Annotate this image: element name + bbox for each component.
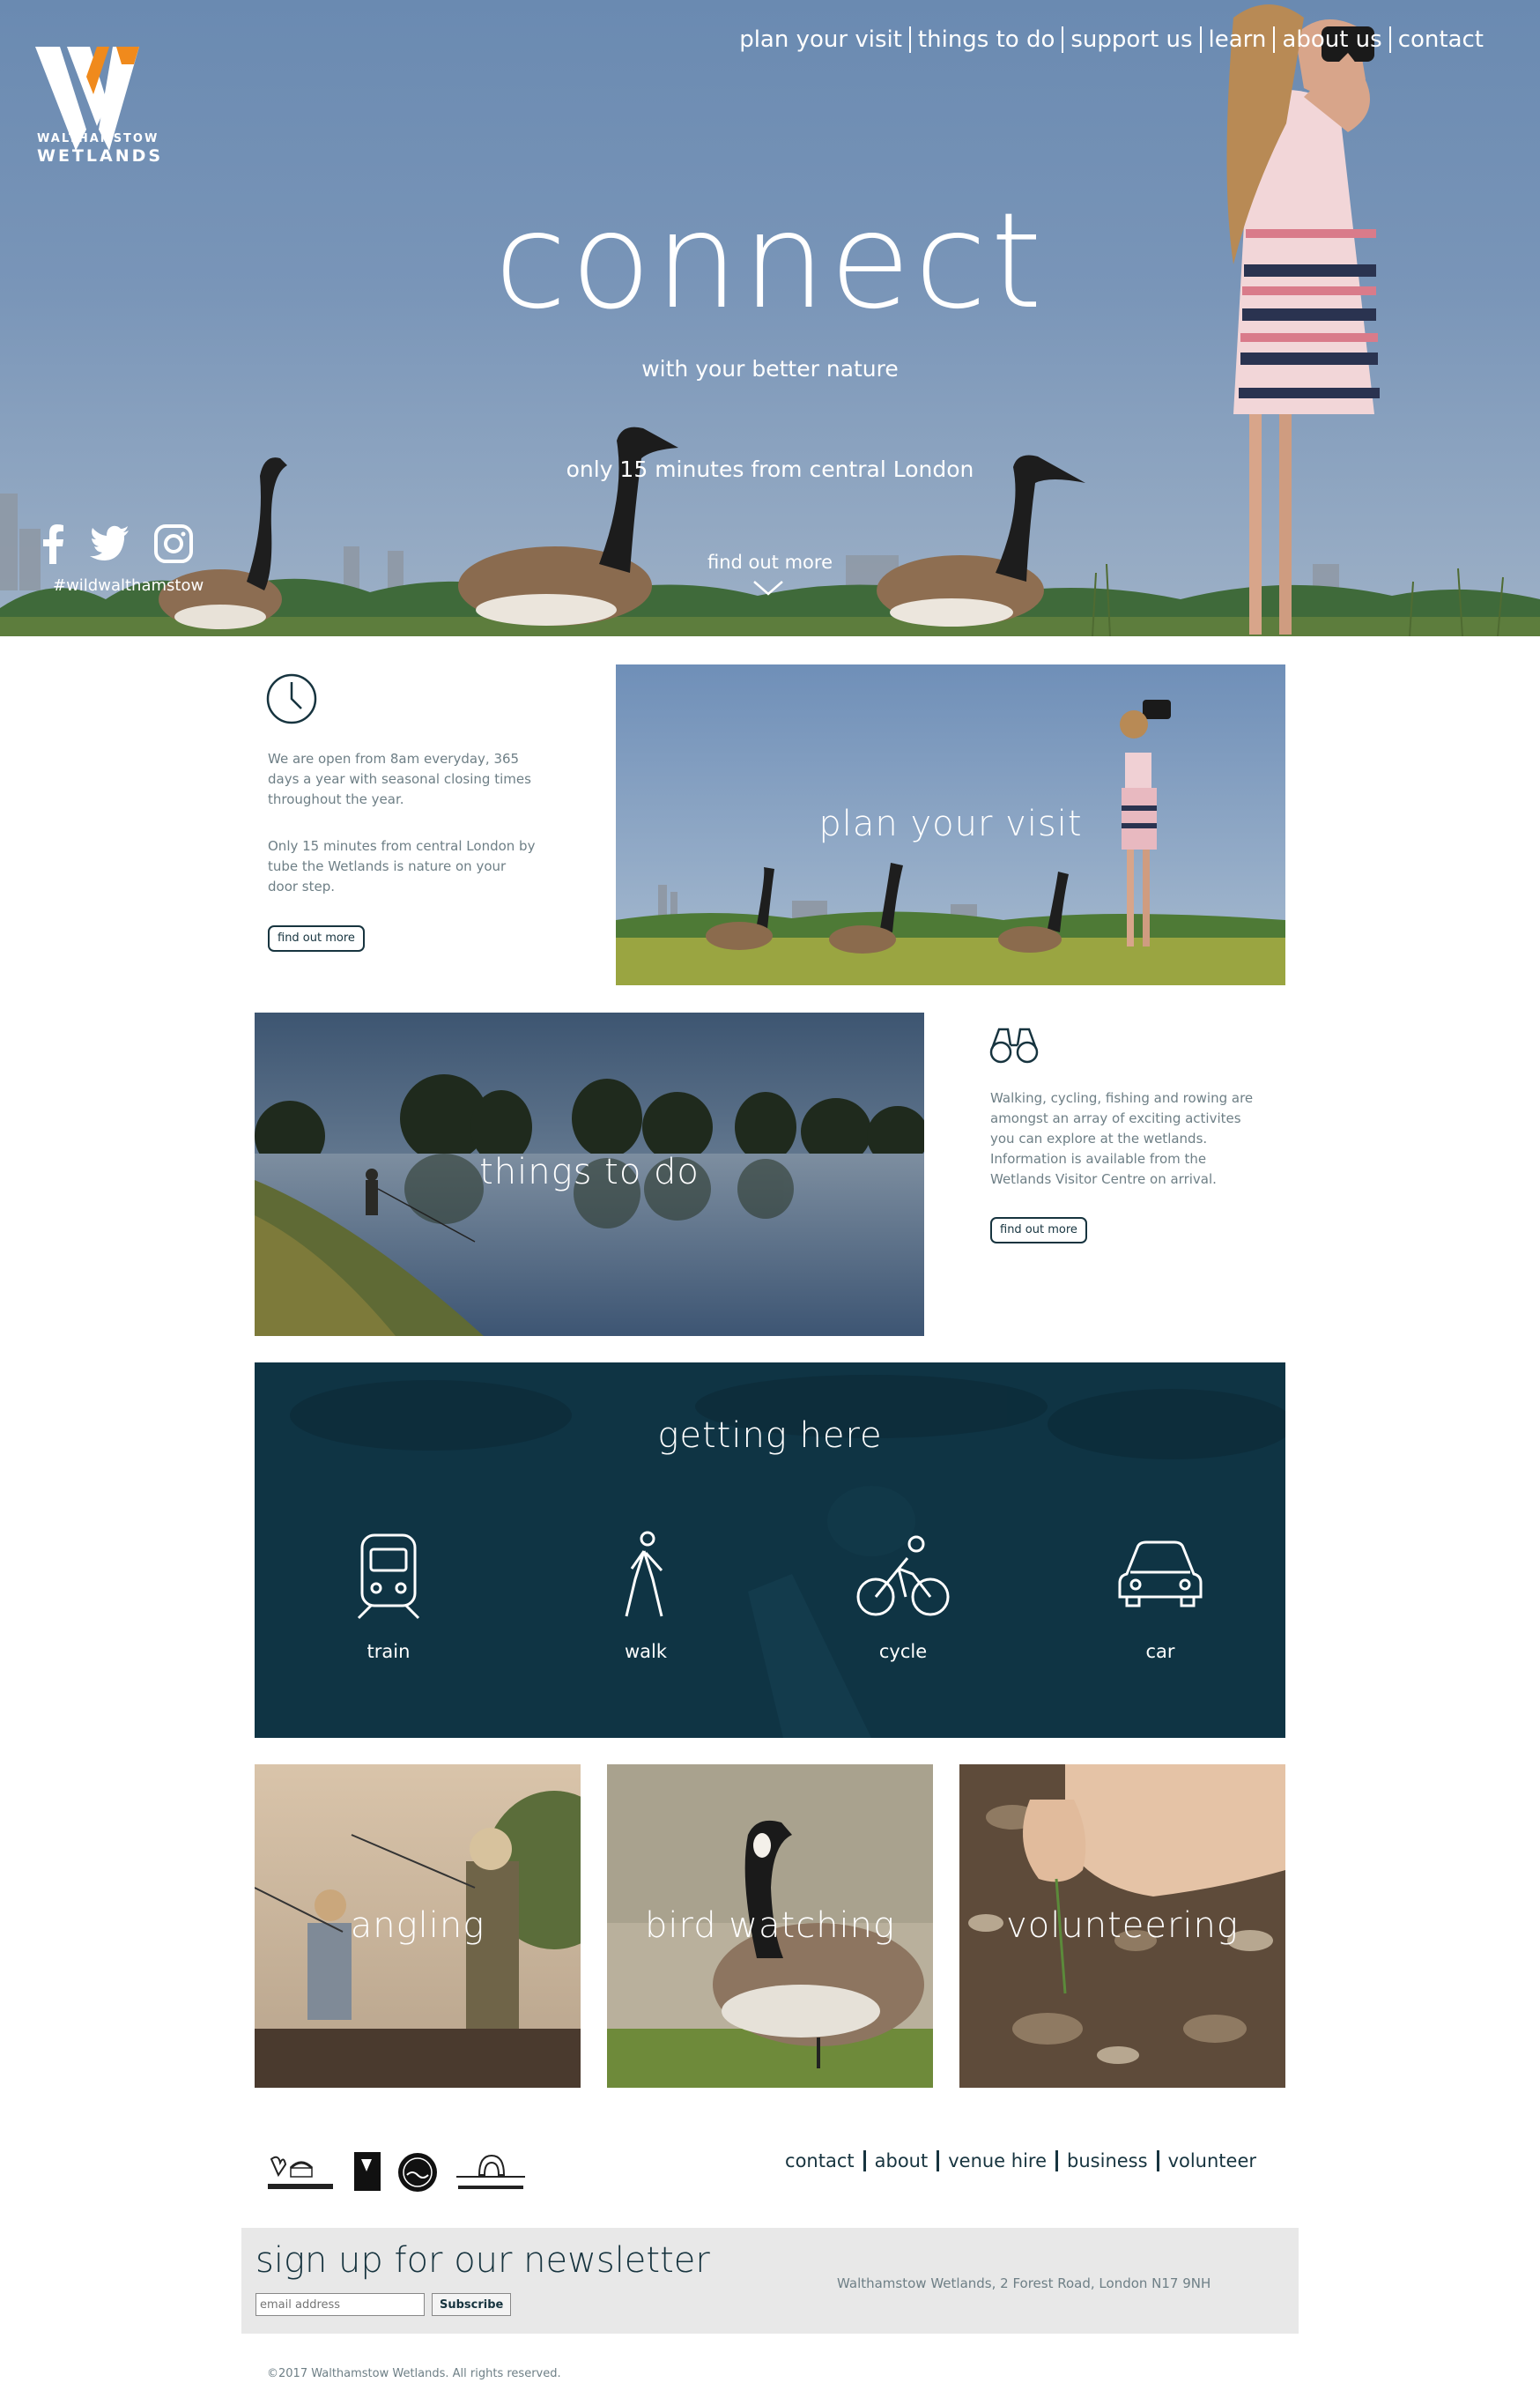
plan-visit-find-out-more-button[interactable]: find out more [268, 925, 365, 952]
newsletter-title: sign up for our newsletter [255, 2240, 710, 2281]
activities-text: Walking, cycling, fishing and rowing are… [990, 1088, 1253, 1190]
newsletter-panel: sign up for our newsletter Subscribe Wal… [241, 2228, 1299, 2334]
car-label: car [1145, 1641, 1175, 1662]
bird-watching-label: bird watching [644, 1905, 896, 1946]
text-line: Walking, cycling, fishing and rowing are [990, 1090, 1254, 1106]
text-line: days a year with seasonal closing times [268, 771, 531, 787]
waltham-forest-logo [456, 2154, 525, 2189]
things-to-do-card[interactable]: things to do [255, 1013, 924, 1336]
email-field[interactable] [255, 2293, 425, 2316]
text-line: door step. [268, 879, 336, 894]
facebook-icon[interactable] [32, 522, 76, 566]
hero-banner: WALTHAMSTOW WETLANDS plan your visit thi… [0, 0, 1540, 636]
nav-support-us[interactable]: support us [1063, 26, 1199, 53]
nav-things-to-do[interactable]: things to do [911, 26, 1062, 53]
opening-hours-text: We are open from 8am everyday, 365 days … [268, 749, 531, 810]
address-text: Walthamstow Wetlands, 2 Forest Road, Lon… [837, 2275, 1211, 2291]
train-icon [357, 1533, 420, 1620]
text-line: throughout the year. [268, 791, 404, 807]
angling-tile[interactable]: angling [255, 1764, 581, 2088]
getting-here-walk[interactable]: walk [575, 1530, 716, 1662]
plan-your-visit-label: plan your visit [818, 804, 1083, 844]
getting-here-cycle[interactable]: cycle [833, 1530, 974, 1662]
text-line: you can explore at the wetlands. [990, 1131, 1208, 1147]
chevron-down-icon[interactable] [751, 578, 786, 598]
hero-subtitle: with your better nature [641, 356, 899, 382]
main-navigation: plan your visit things to do support us … [732, 26, 1491, 53]
nav-about-us[interactable]: about us [1275, 26, 1388, 53]
nav-plan-your-visit[interactable]: plan your visit [732, 26, 909, 53]
subscribe-button[interactable]: Subscribe [432, 2293, 512, 2316]
getting-here-car[interactable]: car [1090, 1530, 1231, 1662]
text-line: Only 15 minutes from central London by [268, 838, 536, 854]
copyright-text: ©2017 Walthamstow Wetlands. All rights r… [267, 2367, 561, 2380]
bird-watching-tile[interactable]: bird watching [607, 1764, 933, 2088]
hero-find-out-more-link[interactable]: find out more [682, 552, 858, 573]
footer-business-link[interactable]: business [1058, 2150, 1157, 2171]
plan-your-visit-card[interactable]: plan your visit [616, 664, 1285, 985]
logo-wordmark-line1: WALTHAMSTOW [37, 132, 159, 145]
cycle-label: cycle [878, 1641, 928, 1662]
angling-label: angling [350, 1905, 485, 1946]
text-line: Wetlands Visitor Centre on arrival. [990, 1171, 1217, 1187]
volunteering-label: volunteering [1006, 1905, 1239, 1946]
footer-navigation: contact about venue hire business volunt… [776, 2150, 1265, 2171]
binoculars-icon [989, 1028, 1039, 1064]
text-line: amongst an array of exciting activites [990, 1110, 1241, 1126]
footer-volunteer-link[interactable]: volunteer [1159, 2150, 1265, 2171]
london-wildlife-trust-logo [354, 2152, 381, 2191]
travel-time-text: Only 15 minutes from central London by t… [268, 836, 535, 897]
twitter-icon[interactable] [88, 522, 132, 566]
text-line: Information is available from the [990, 1151, 1207, 1167]
footer-about-link[interactable]: about [866, 2150, 937, 2171]
getting-here-train[interactable]: train [318, 1530, 459, 1662]
getting-here-title: getting here [657, 1415, 883, 1456]
volunteering-tile[interactable]: volunteering [959, 1764, 1285, 2088]
train-label: train [366, 1641, 411, 1662]
car-icon [1118, 1540, 1203, 1607]
things-to-do-find-out-more-button[interactable]: find out more [990, 1217, 1087, 1243]
getting-here-panel: getting here train walk cycle car [255, 1362, 1285, 1738]
footer-venue-hire-link[interactable]: venue hire [939, 2150, 1055, 2171]
nav-contact[interactable]: contact [1391, 26, 1491, 53]
hero-title: connect [494, 185, 1046, 338]
heritage-lottery-logo [268, 2156, 333, 2189]
walking-person-icon [625, 1531, 663, 1617]
instagram-icon[interactable] [152, 522, 196, 566]
clock-icon [266, 673, 317, 724]
bicycle-icon [856, 1535, 950, 1616]
text-line: We are open from 8am everyday, 365 [268, 751, 520, 767]
hashtag-link[interactable]: #wildwalthamstow [53, 576, 204, 595]
hero-tagline: only 15 minutes from central London [566, 457, 974, 482]
thames-water-logo [398, 2153, 437, 2192]
footer-contact-link[interactable]: contact [776, 2150, 863, 2171]
things-to-do-label: things to do [479, 1152, 700, 1192]
walk-label: walk [624, 1641, 668, 1662]
nav-learn[interactable]: learn [1202, 26, 1274, 53]
text-line: tube the Wetlands is nature on your [268, 858, 507, 874]
logo-wordmark-line2: WETLANDS [37, 146, 164, 166]
